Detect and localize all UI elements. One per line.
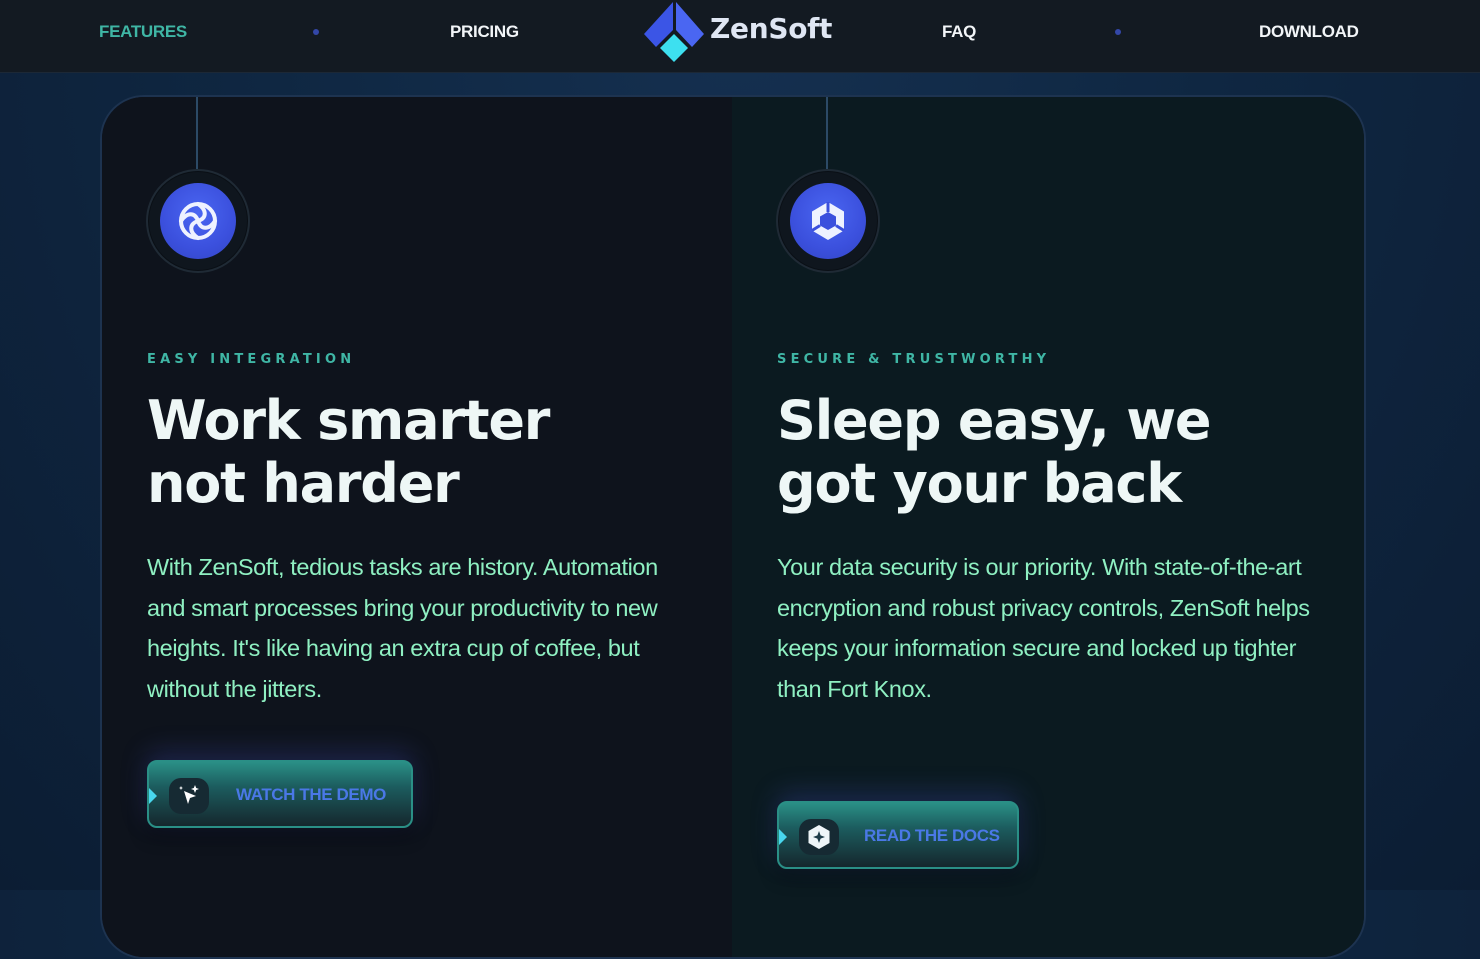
headline-line-2: got your back [777,452,1182,515]
sparkle-cursor-icon [169,778,209,814]
read-docs-label: READ THE DOCS [864,826,1000,845]
read-docs-button[interactable]: READ THE DOCS [777,801,1019,869]
headline-line-1: Work smarter [147,389,550,452]
feature-headline: Sleep easy, we got your back [777,389,1297,515]
nav-separator-dot [313,29,319,35]
nav-link-pricing[interactable]: PRICING [450,22,519,42]
watch-demo-label: WATCH THE DEMO [236,785,386,804]
feature-column-integration: EASY INTEGRATION Work smarter not harder… [102,97,732,957]
feature-column-security: SECURE & TRUSTWORTHY Sleep easy, we got … [732,97,1364,957]
feature-headline: Work smarter not harder [147,389,667,515]
hexagon-shield-icon [790,183,866,259]
feature-icon-ring [776,169,880,273]
nav-link-download[interactable]: DOWNLOAD [1259,22,1359,42]
connector-line [826,97,828,169]
feature-description: With ZenSoft, tedious tasks are history.… [147,554,658,702]
button-notch [779,829,787,845]
feature-description: Your data security is our priority. With… [777,554,1310,702]
swirl-icon [160,183,236,259]
button-notch [149,788,157,804]
nav-separator-dot [1115,29,1121,35]
zensoft-logo-icon [644,2,704,62]
feature-eyebrow: EASY INTEGRATION [147,352,356,367]
brand-logo[interactable]: ZenSoft [642,0,832,64]
connector-line [196,97,198,169]
feature-eyebrow: SECURE & TRUSTWORTHY [777,352,1051,367]
headline-line-2: not harder [147,452,460,515]
top-navigation: FEATURES PRICING ZenSoft FAQ DOWNLOAD [0,0,1480,73]
brand-name: ZenSoft [710,12,833,45]
feature-icon-ring [146,169,250,273]
nav-link-faq[interactable]: FAQ [942,22,976,42]
nav-link-features[interactable]: FEATURES [99,22,187,42]
docs-badge-icon [799,819,839,855]
headline-line-1: Sleep easy, we [777,389,1212,452]
watch-demo-button[interactable]: WATCH THE DEMO [147,760,413,828]
features-card: EASY INTEGRATION Work smarter not harder… [100,95,1366,959]
